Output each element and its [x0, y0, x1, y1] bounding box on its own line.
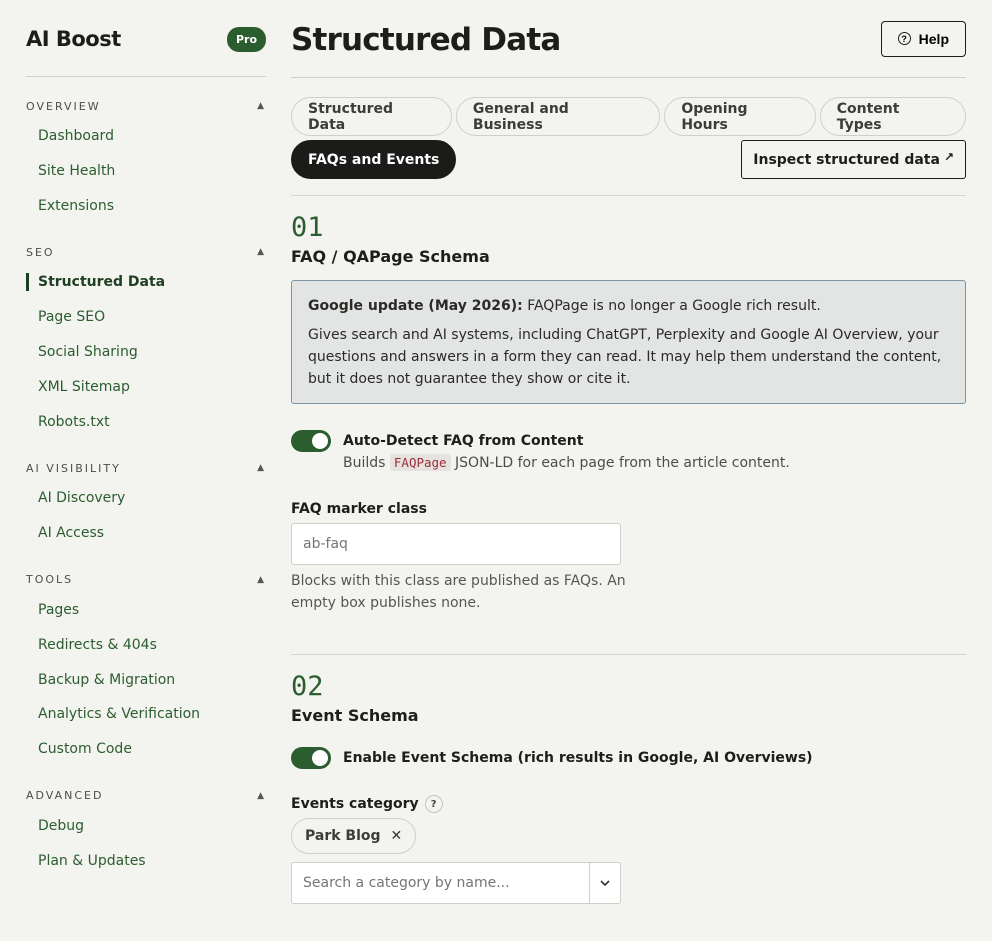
nav-section: AI VISIBILITY ▲ AI Discovery AI Access: [26, 459, 266, 551]
nav-section-title: SEO: [26, 245, 55, 259]
tabs-row-2: FAQs and Events Inspect structured data …: [291, 140, 966, 179]
section-number: 01: [291, 212, 324, 243]
chevron-up-icon[interactable]: ▲: [257, 575, 266, 585]
faq-marker-class-input[interactable]: [291, 523, 621, 565]
external-link-icon: ↗: [943, 149, 954, 164]
chevron-up-icon[interactable]: ▲: [257, 101, 266, 111]
category-search-input[interactable]: [292, 863, 589, 903]
pro-badge: Pro: [226, 26, 266, 52]
tabs-row: FAQs and Events: [291, 140, 457, 179]
sidebar-item[interactable]: Debug: [26, 809, 266, 844]
faq-section: 01 FAQ / QAPage Schema Google update (Ma…: [291, 212, 966, 614]
auto-detect-faq-row: Auto-Detect FAQ from Content Builds FAQP…: [291, 430, 966, 474]
sidebar-item[interactable]: Pages: [26, 593, 266, 628]
section-number: 02: [291, 671, 324, 702]
nav-section: TOOLS ▲ Pages Redirects & 404s Backup & Migr…: [26, 571, 266, 767]
toggle-description: Builds FAQPage JSON-LD for each page fro…: [343, 452, 790, 474]
brand-header: AI Boost Pro: [26, 0, 266, 77]
main-content: Structured Data ? Help Structured Data Ge…: [291, 0, 966, 904]
tab-bar: Structured Data General and Business Openi…: [291, 78, 966, 196]
inspect-structured-data-link[interactable]: Inspect structured data ↗: [741, 140, 966, 179]
category-chip: Park Blog ✕: [291, 818, 417, 854]
section-title: Event Schema: [291, 706, 419, 725]
sidebar-item[interactable]: Site Health: [26, 154, 266, 189]
nav-section-title: TOOLS: [26, 573, 74, 587]
nav-section-head[interactable]: AI VISIBILITY ▲: [26, 459, 266, 477]
chip-label: Park Blog: [305, 828, 381, 844]
sidebar-item[interactable]: Plan & Updates: [26, 844, 266, 879]
notice-body: Gives search and AI systems, including C…: [308, 327, 942, 387]
tabs-row: Structured Data General and Business Openi…: [291, 97, 966, 136]
tab[interactable]: Content Types: [819, 97, 966, 136]
inspect-label: Inspect structured data: [753, 151, 940, 168]
page-title: Structured Data: [291, 21, 561, 58]
desc-pre: Builds: [343, 455, 390, 471]
sidebar-item[interactable]: Dashboard: [26, 119, 266, 154]
faqpage-code: FAQPage: [389, 454, 451, 471]
nav-items: AI Discovery AI Access: [26, 481, 266, 551]
desc-post: JSON-LD for each page from the article c…: [450, 455, 790, 471]
google-update-notice: Google update (May 2026): FAQPage is no …: [291, 280, 966, 404]
chevron-up-icon[interactable]: ▲: [257, 247, 266, 257]
tab[interactable]: Opening Hours: [664, 97, 816, 136]
section-title: FAQ / QAPage Schema: [291, 247, 490, 266]
help-label: Help: [918, 30, 949, 47]
tab[interactable]: General and Business: [455, 97, 661, 136]
event-section: 02 Event Schema Enable Event Schema (ric…: [291, 671, 966, 904]
nav-section: SEO ▲ Structured Data Page SEO Social Sharin…: [26, 243, 266, 439]
sidebar-item[interactable]: Backup & Migration: [26, 663, 266, 698]
event-schema-row: Enable Event Schema (rich results in Goo…: [291, 747, 966, 769]
nav-section-title: OVERVIEW: [26, 99, 101, 113]
nav-section-title: AI VISIBILITY: [26, 461, 121, 475]
nav-section-head[interactable]: TOOLS ▲: [26, 571, 266, 589]
nav-items: Pages Redirects & 404s Backup & Migration A…: [26, 593, 266, 767]
nav-section-head[interactable]: ADVANCED ▲: [26, 787, 266, 805]
notice-strong: Google update (May 2026):: [308, 298, 523, 314]
auto-detect-faq-toggle[interactable]: [291, 430, 331, 452]
sidebar-item[interactable]: AI Access: [26, 516, 266, 551]
category-search-select[interactable]: [291, 862, 621, 904]
chevron-down-icon[interactable]: [589, 863, 620, 903]
events-category-label: Events category: [291, 796, 419, 812]
help-button[interactable]: ? Help: [880, 20, 966, 57]
sidebar-item[interactable]: Custom Code: [26, 732, 266, 767]
help-circle-icon: ?: [897, 32, 911, 45]
field-label: FAQ marker class: [291, 501, 427, 517]
tab[interactable]: FAQs and Events: [291, 140, 457, 179]
page-header: Structured Data ? Help: [291, 0, 966, 78]
nav-items: Structured Data Page SEO Social Sharing XML…: [26, 265, 266, 439]
nav-section: ADVANCED ▲ Debug Plan & Updates: [26, 787, 266, 879]
tab[interactable]: Structured Data: [291, 97, 452, 136]
event-schema-toggle[interactable]: [291, 747, 331, 769]
nav-section-title: ADVANCED: [26, 789, 104, 803]
sidebar-item[interactable]: Social Sharing: [26, 335, 266, 370]
nav-items: Debug Plan & Updates: [26, 809, 266, 879]
remove-chip-icon[interactable]: ✕: [391, 828, 403, 844]
nav-items: Dashboard Site Health Extensions: [26, 119, 266, 223]
sidebar-nav: OVERVIEW ▲ Dashboard Site Health Extensions S…: [26, 97, 266, 879]
nav-section-head[interactable]: OVERVIEW ▲: [26, 97, 266, 115]
sidebar-item[interactable]: Extensions: [26, 189, 266, 224]
sidebar-item[interactable]: AI Discovery: [26, 481, 266, 516]
chevron-up-icon[interactable]: ▲: [257, 791, 266, 801]
chevron-up-icon[interactable]: ▲: [257, 463, 266, 473]
nav-section-head[interactable]: SEO ▲: [26, 243, 266, 261]
notice-rest: FAQPage is no longer a Google rich resul…: [522, 298, 821, 314]
section-divider: [291, 654, 966, 655]
sidebar-item[interactable]: Structured Data: [26, 265, 266, 300]
sidebar-item[interactable]: Page SEO: [26, 300, 266, 335]
sidebar-item[interactable]: Robots.txt: [26, 405, 266, 440]
brand-title: AI Boost: [26, 27, 121, 51]
question-icon[interactable]: ?: [424, 795, 443, 813]
toggle-label: Enable Event Schema (rich results in Goo…: [343, 750, 813, 766]
toggle-label: Auto-Detect FAQ from Content: [343, 433, 584, 449]
sidebar-item[interactable]: XML Sitemap: [26, 370, 266, 405]
field-label: Events category ?: [291, 795, 966, 813]
field-help: Blocks with this class are published as …: [291, 573, 626, 611]
sidebar: AI Boost Pro OVERVIEW ▲ Dashboard Site Heal…: [26, 0, 266, 879]
sidebar-item[interactable]: Redirects & 404s: [26, 628, 266, 663]
sidebar-item[interactable]: Analytics & Verification: [26, 697, 266, 732]
nav-section: OVERVIEW ▲ Dashboard Site Health Extensions: [26, 97, 266, 223]
